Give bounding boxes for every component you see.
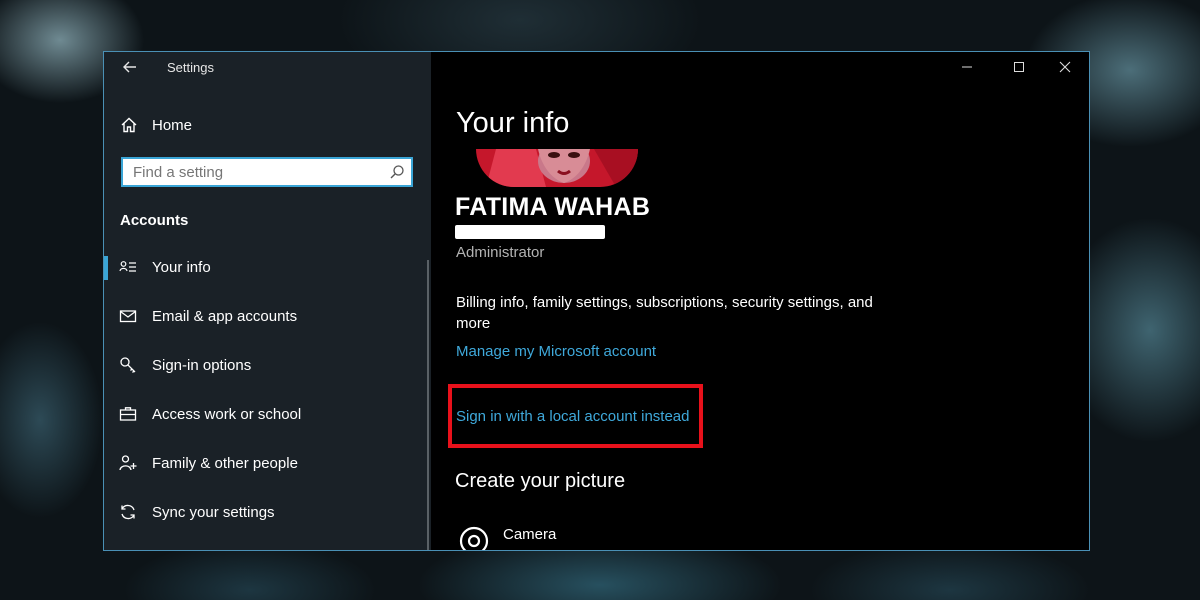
sidebar-item-your-info[interactable]: Your info bbox=[104, 248, 431, 288]
title-bar: Settings bbox=[104, 52, 431, 84]
camera-icon bbox=[459, 526, 489, 550]
create-picture-heading: Create your picture bbox=[455, 470, 626, 492]
sidebar-item-label: Email & app accounts bbox=[152, 308, 298, 325]
manage-account-link[interactable]: Manage my Microsoft account bbox=[456, 343, 656, 360]
sidebar: Settings Home Accounts Your info bbox=[104, 52, 431, 550]
section-title: Accounts bbox=[120, 212, 189, 229]
search-icon[interactable] bbox=[389, 164, 405, 180]
maximize-icon bbox=[1014, 62, 1024, 72]
page-title: Your info bbox=[456, 107, 570, 139]
sidebar-item-sign-in-options[interactable]: Sign-in options bbox=[104, 346, 431, 386]
minimize-icon bbox=[962, 66, 972, 68]
contact-card-icon bbox=[119, 261, 136, 272]
add-person-icon bbox=[119, 455, 137, 471]
home-label: Home bbox=[152, 117, 193, 134]
sidebar-item-label: Family & other people bbox=[152, 455, 298, 472]
sidebar-item-sync-settings[interactable]: Sync your settings bbox=[104, 493, 431, 533]
settings-window: Settings Home Accounts Your info bbox=[103, 51, 1090, 551]
local-account-link[interactable]: Sign in with a local account instead bbox=[456, 408, 689, 425]
account-description: Billing info, family settings, subscript… bbox=[456, 294, 873, 332]
back-arrow-icon bbox=[123, 61, 136, 73]
profile-picture bbox=[476, 149, 638, 187]
search-box[interactable] bbox=[121, 157, 413, 187]
sidebar-item-email-app-accounts[interactable]: Email & app accounts bbox=[104, 297, 431, 337]
close-button[interactable] bbox=[1042, 52, 1088, 82]
sidebar-item-label: Your info bbox=[152, 259, 211, 276]
sidebar-item-home[interactable]: Home bbox=[104, 112, 431, 140]
sync-icon bbox=[121, 504, 135, 520]
minimize-button[interactable] bbox=[944, 52, 990, 82]
maximize-button[interactable] bbox=[996, 52, 1042, 82]
user-name: FATIMA WAHAB bbox=[455, 193, 651, 221]
home-icon bbox=[121, 117, 137, 133]
camera-option[interactable]: Camera bbox=[455, 522, 655, 550]
key-icon bbox=[120, 357, 136, 373]
email-redacted bbox=[455, 225, 605, 239]
sidebar-item-access-work-school[interactable]: Access work or school bbox=[104, 395, 431, 435]
app-title: Settings bbox=[167, 60, 214, 75]
search-input[interactable] bbox=[133, 162, 383, 182]
briefcase-icon bbox=[119, 407, 137, 421]
back-button[interactable] bbox=[118, 56, 142, 78]
user-role: Administrator bbox=[456, 244, 545, 261]
sidebar-item-label: Access work or school bbox=[152, 406, 302, 423]
content-pane: Your info FATIMA WAHAB Administrator Bil… bbox=[431, 52, 1089, 550]
sidebar-item-label: Sign-in options bbox=[152, 357, 252, 374]
avatar bbox=[476, 149, 638, 187]
sidebar-item-family-other-people[interactable]: Family & other people bbox=[104, 444, 431, 484]
mail-icon bbox=[119, 310, 137, 323]
sidebar-item-label: Sync your settings bbox=[152, 504, 275, 521]
close-icon bbox=[1059, 61, 1071, 73]
camera-label: Camera bbox=[503, 526, 557, 543]
sidebar-scrollbar[interactable] bbox=[427, 260, 429, 550]
